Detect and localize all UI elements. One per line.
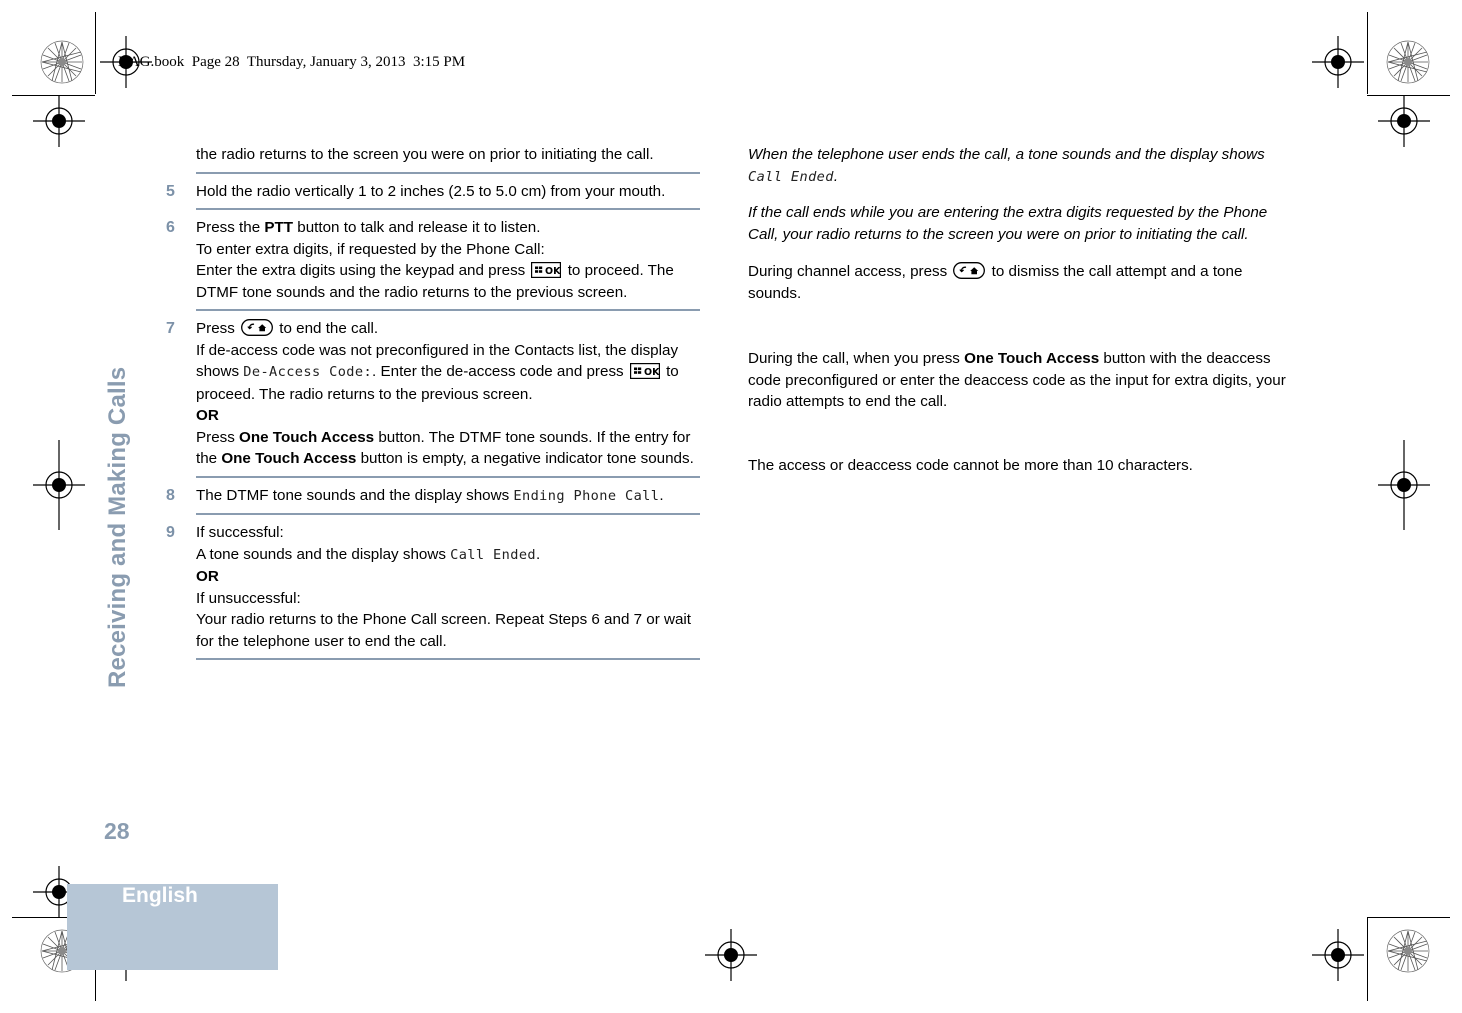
header-slug: NAG.book Page 28 Thursday, January 3, 20… (118, 54, 466, 70)
crosshair-registration-mark-left-upper (33, 95, 85, 147)
left-text-column: the radio returns to the screen you were… (166, 144, 700, 667)
section-rule (196, 658, 700, 660)
emphasis-italic: When the telephone user ends the call, a… (748, 146, 1265, 163)
text-run: The DTMF tone sounds and the display sho… (196, 486, 514, 504)
text-run: . Enter the de-access code and press (372, 363, 628, 380)
right-text-column: When the telephone user ends the call, a… (748, 144, 1288, 476)
display-text: De-Access Code: (243, 364, 373, 380)
document-page: NAG.book Page 28 Thursday, January 3, 20… (0, 0, 1462, 1013)
trim-line-bottom-right (1367, 917, 1450, 918)
step-line: The DTMF tone sounds and the display sho… (196, 485, 700, 508)
step-line: OR (196, 405, 700, 427)
body-paragraph: During the call, when you press One Touc… (748, 348, 1288, 413)
step-line: Press the PTT button to talk and release… (196, 217, 700, 239)
footer-language-label: English (122, 884, 198, 907)
numbered-step: 9 If successful: A tone sounds and the dis… (166, 522, 700, 652)
ok-key-icon: OK (629, 363, 660, 379)
text-run: During channel access, press (748, 263, 952, 280)
step-line: If de-access code was not preconfigured … (196, 340, 700, 406)
body-paragraph: The access or deaccess code cannot be mo… (748, 455, 1288, 477)
emphasis-italic: . (833, 167, 839, 185)
step-line: If unsuccessful: (196, 589, 301, 607)
ok-key-icon: OK (531, 262, 561, 278)
text-run: button is empty, a negative indicator to… (356, 450, 694, 467)
step-line: To enter extra digits, if requested by t… (196, 240, 545, 258)
step-line: OR (196, 566, 700, 588)
body-paragraph: If the call ends while you are entering … (748, 202, 1288, 245)
text-run: . (659, 486, 664, 504)
numbered-step: 7 Press to end the call. If de-access code… (166, 318, 700, 470)
trim-line-left-top (95, 12, 96, 94)
section-rule (196, 208, 700, 210)
step-line: Press to end the call. (196, 318, 700, 340)
starburst-registration-mark-top-left (40, 40, 84, 84)
svg-text:OK: OK (644, 367, 660, 378)
step-number: 9 (166, 524, 175, 541)
svg-text:OK: OK (545, 266, 561, 277)
continuation-paragraph: the radio returns to the screen you were… (196, 146, 654, 163)
step-number: 5 (166, 182, 175, 200)
step-line: Your radio returns to the Phone Call scr… (196, 611, 692, 650)
step-number: 7 (166, 320, 175, 337)
step-line: Press One Touch Access button. The DTMF … (196, 427, 700, 470)
crosshair-registration-mark-bottom-center (705, 929, 757, 981)
step-line: Enter the extra digits using the keypad … (196, 260, 700, 303)
text-run: The access or deaccess code cannot be mo… (748, 456, 1193, 474)
end-call-key-icon (241, 319, 273, 336)
or-separator: OR (196, 568, 219, 585)
numbered-step: 5 Hold the radio vertically 1 to 2 inches… (166, 181, 700, 203)
numbered-step: 6 Press the PTT button to talk and releas… (166, 217, 700, 303)
step-line: A tone sounds and the display shows Call… (196, 544, 700, 567)
text-run: to end the call. (275, 320, 379, 337)
text-run: Enter the extra digits using the keypad … (196, 262, 530, 279)
emphasis-bold: One Touch Access (239, 428, 375, 446)
display-text: Ending Phone Call (513, 487, 660, 504)
text-run: A tone sounds and the display shows (196, 545, 451, 563)
emphasis-bold: PTT (264, 219, 294, 236)
right-paragraph-list: When the telephone user ends the call, a… (748, 144, 1288, 476)
section-rule (196, 171, 700, 174)
emphasis-bold: One Touch Access (221, 450, 357, 467)
body-paragraph: When the telephone user ends the call, a… (748, 144, 1288, 188)
chapter-title: Receiving and Making Calls (104, 366, 131, 688)
emphasis-bold: One Touch Access (964, 350, 1100, 367)
crosshair-registration-mark-mid-left (33, 440, 85, 530)
crosshair-registration-mark-bottom-right-inner (1312, 929, 1364, 981)
step-number: 6 (166, 219, 175, 236)
body-paragraph: During channel access, press to dismiss … (748, 261, 1288, 304)
trim-line-right-top (1367, 12, 1368, 94)
section-rule (196, 309, 700, 311)
numbered-step: 8 The DTMF tone sounds and the display sh… (166, 485, 700, 508)
step-number: 8 (166, 486, 175, 504)
trim-line-right-bottom (1367, 917, 1368, 1001)
text-run: button to talk and release it to listen. (293, 219, 541, 236)
text-run: During the call, when you press (748, 350, 965, 367)
starburst-registration-mark-bottom-right (1386, 929, 1430, 973)
end-call-key-icon (953, 262, 986, 279)
crosshair-registration-mark-top-right-inner (1312, 36, 1364, 88)
section-rule (196, 513, 700, 515)
crosshair-registration-mark-right-upper (1378, 95, 1430, 147)
display-text: Call Ended (450, 546, 536, 563)
left-steps-list: 5 Hold the radio vertically 1 to 2 inches… (166, 171, 700, 660)
emphasis-italic: If the call ends while you are entering … (748, 204, 1268, 243)
or-separator: OR (196, 407, 219, 424)
text-run: . (535, 545, 541, 563)
page-number: 28 (104, 818, 130, 844)
crosshair-registration-mark-mid-right (1378, 440, 1430, 530)
text-run: Press the (196, 219, 265, 236)
text-run: Press (196, 428, 240, 446)
step-line: If successful: (196, 524, 284, 541)
section-rule (196, 475, 700, 478)
display-text: Call Ended (748, 168, 834, 185)
text-run: Press (196, 320, 240, 337)
starburst-registration-mark-top-right (1386, 40, 1430, 84)
step-line: Hold the radio vertically 1 to 2 inches … (196, 182, 666, 200)
